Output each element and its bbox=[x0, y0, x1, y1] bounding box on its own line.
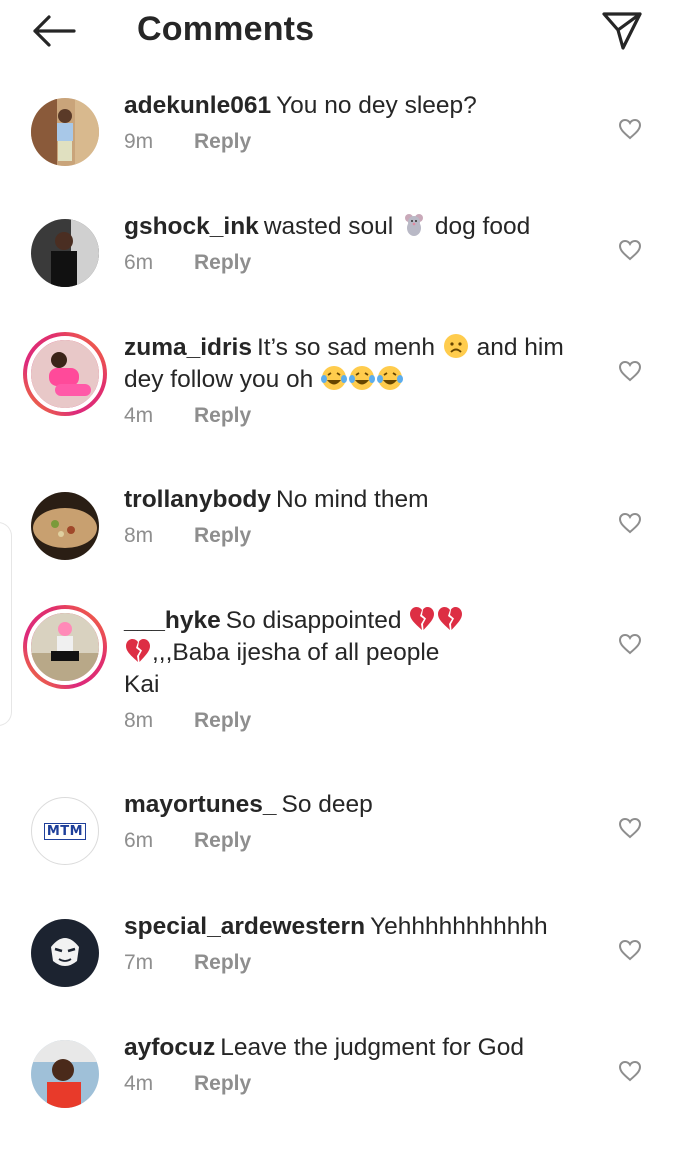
timestamp: 8m bbox=[124, 524, 154, 547]
reply-button[interactable]: Reply bbox=[194, 251, 251, 275]
comment-body: So disappointed bbox=[225, 607, 402, 634]
avatar[interactable] bbox=[31, 98, 99, 166]
timestamp: 4m bbox=[124, 1072, 154, 1095]
comment-body: Leave the judgment for God bbox=[220, 1034, 524, 1061]
comment-text: mayortunes_ So deep bbox=[124, 789, 594, 821]
heart-icon bbox=[618, 512, 642, 534]
username[interactable]: zuma_idris bbox=[124, 334, 252, 361]
back-button[interactable] bbox=[28, 10, 78, 52]
heart-icon bbox=[618, 1060, 642, 1082]
comment-text: zuma_idris It’s so sad menh and him dey f… bbox=[124, 332, 594, 396]
like-button[interactable] bbox=[614, 356, 646, 386]
sad-face-emoji bbox=[443, 334, 468, 358]
avatar[interactable] bbox=[31, 919, 99, 987]
heart-icon bbox=[618, 239, 642, 261]
reply-button[interactable]: Reply bbox=[194, 951, 251, 975]
avatar[interactable] bbox=[31, 492, 99, 560]
comment-text: ayfocuz Leave the judgment for God bbox=[124, 1032, 594, 1064]
paper-plane-icon bbox=[602, 12, 642, 50]
like-button[interactable] bbox=[614, 813, 646, 843]
avatar bbox=[27, 336, 103, 412]
reply-button[interactable]: Reply bbox=[194, 1072, 251, 1096]
timestamp: 8m bbox=[124, 709, 154, 732]
avatar bbox=[27, 609, 103, 685]
like-button[interactable] bbox=[614, 114, 646, 144]
avatar[interactable]: MTM bbox=[31, 797, 99, 865]
reply-button[interactable]: Reply bbox=[194, 829, 251, 853]
avatar-story-ring[interactable] bbox=[23, 332, 107, 416]
comment-text: trollanybody No mind them bbox=[124, 484, 594, 516]
like-button[interactable] bbox=[614, 1056, 646, 1086]
comment-text: gshock_ink wasted soul dog food bbox=[124, 211, 594, 243]
username[interactable]: ___hyke bbox=[124, 607, 221, 634]
timestamp: 9m bbox=[124, 130, 154, 153]
like-button[interactable] bbox=[614, 629, 646, 659]
avatar[interactable] bbox=[31, 1040, 99, 1108]
page-title: Comments bbox=[137, 10, 315, 48]
heart-icon bbox=[618, 939, 642, 961]
timestamp: 6m bbox=[124, 829, 154, 852]
comment-body: You no dey sleep? bbox=[276, 92, 477, 119]
reply-button[interactable]: Reply bbox=[194, 709, 251, 733]
arrow-left-icon bbox=[33, 15, 76, 47]
heart-icon bbox=[618, 633, 642, 655]
rat-emoji bbox=[405, 214, 424, 236]
share-button[interactable] bbox=[596, 8, 648, 54]
comment-body: wasted soul bbox=[263, 213, 394, 240]
heart-icon bbox=[618, 360, 642, 382]
username[interactable]: mayortunes_ bbox=[124, 791, 277, 818]
avatar-story-ring[interactable] bbox=[23, 605, 107, 689]
reply-button[interactable]: Reply bbox=[194, 524, 251, 548]
timestamp: 7m bbox=[124, 951, 154, 974]
broken-heart-emoji bbox=[410, 607, 435, 630]
side-drawer-handle[interactable] bbox=[0, 522, 12, 726]
broken-heart-emoji bbox=[126, 639, 150, 662]
timestamp: 6m bbox=[124, 251, 154, 274]
header: Comments bbox=[0, 0, 683, 62]
username[interactable]: adekunle061 bbox=[124, 92, 271, 119]
comment-body-cont: dog food bbox=[434, 213, 531, 240]
username[interactable]: ayfocuz bbox=[124, 1034, 215, 1061]
comment-text: adekunle061 You no dey sleep? bbox=[124, 90, 594, 122]
like-button[interactable] bbox=[614, 935, 646, 965]
laughing-tears-emoji bbox=[377, 366, 404, 390]
reply-button[interactable]: Reply bbox=[194, 404, 251, 428]
timestamp: 4m bbox=[124, 404, 154, 427]
reply-button[interactable]: Reply bbox=[194, 130, 251, 154]
avatar-logo-text: MTM bbox=[43, 822, 87, 840]
heart-icon bbox=[618, 817, 642, 839]
username[interactable]: trollanybody bbox=[124, 486, 271, 513]
comment-text: ___hyke So disappointed ,,,Baba ijesha of… bbox=[124, 605, 594, 701]
comment-body: So deep bbox=[281, 791, 373, 818]
like-button[interactable] bbox=[614, 508, 646, 538]
laughing-tears-emoji bbox=[349, 366, 376, 390]
comment-body-cont: ,,,Baba ijesha of all people bbox=[152, 639, 440, 666]
username[interactable]: gshock_ink bbox=[124, 213, 259, 240]
laughing-tears-emoji bbox=[321, 366, 348, 390]
comment-body: It’s so sad menh bbox=[257, 334, 435, 361]
avatar[interactable] bbox=[31, 219, 99, 287]
comment-body: No mind them bbox=[276, 486, 429, 513]
broken-heart-emoji bbox=[438, 607, 463, 630]
comment-body-cont: Kai bbox=[124, 671, 160, 698]
comment-body: Yehhhhhhhhhhh bbox=[370, 913, 548, 940]
comment-text: special_ardewestern Yehhhhhhhhhhh bbox=[124, 911, 594, 943]
like-button[interactable] bbox=[614, 235, 646, 265]
username[interactable]: special_ardewestern bbox=[124, 913, 365, 940]
heart-icon bbox=[618, 118, 642, 140]
